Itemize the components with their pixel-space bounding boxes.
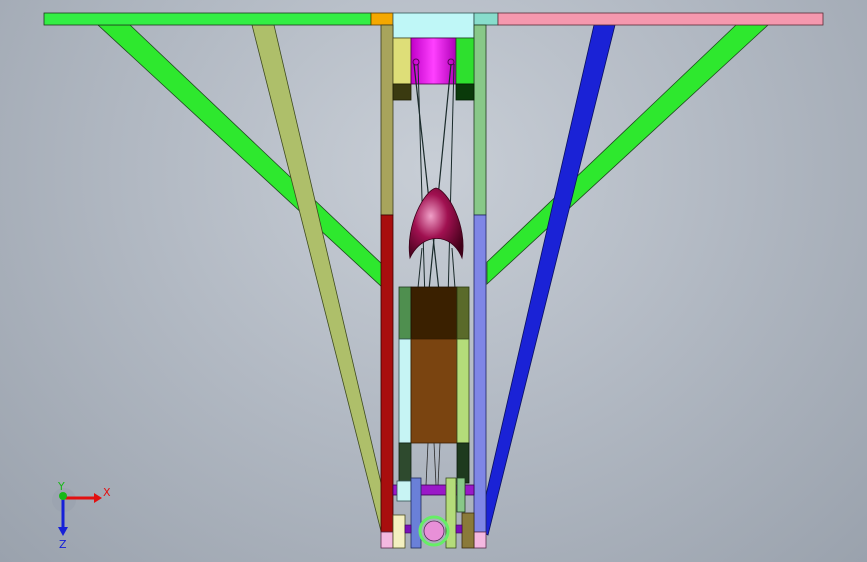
cam-lobe[interactable] bbox=[408, 187, 464, 260]
slider-foot-right[interactable] bbox=[456, 442, 470, 484]
pivot-block-left[interactable] bbox=[392, 37, 412, 85]
right-inner-strut[interactable] bbox=[477, 24, 616, 536]
pivot-block-right[interactable] bbox=[455, 37, 475, 85]
slider-foot-left[interactable] bbox=[398, 442, 412, 484]
triad-z-label: Z bbox=[59, 538, 67, 551]
base-gear[interactable] bbox=[423, 520, 445, 542]
top-block-cyan[interactable] bbox=[392, 12, 475, 39]
right-rail-lower[interactable] bbox=[473, 214, 487, 533]
slider-side-upper-right[interactable] bbox=[456, 286, 470, 340]
slider-side-lower-right[interactable] bbox=[456, 338, 470, 444]
pivot-block-left-dark[interactable] bbox=[392, 83, 412, 101]
right-rail-upper[interactable] bbox=[473, 24, 487, 216]
spring-wire-3 bbox=[437, 442, 441, 486]
base-post-blue[interactable] bbox=[410, 477, 422, 549]
spring-wire-2 bbox=[433, 442, 437, 486]
slider-top-block[interactable] bbox=[410, 286, 458, 340]
connecting-rod-left-b bbox=[417, 63, 426, 301]
connecting-rod-right-a bbox=[427, 63, 452, 301]
mechanism-model[interactable] bbox=[0, 0, 867, 562]
left-rail-upper[interactable] bbox=[380, 24, 394, 216]
base-plate-right-pink[interactable] bbox=[473, 531, 487, 549]
base-post-olive[interactable] bbox=[461, 512, 475, 549]
top-block-orange[interactable] bbox=[370, 12, 394, 26]
base-shaft-left-violet[interactable] bbox=[404, 524, 412, 534]
top-bar-left[interactable] bbox=[43, 12, 372, 26]
base-post-cream[interactable] bbox=[392, 514, 406, 549]
slider-side-upper-left[interactable] bbox=[398, 286, 412, 340]
triad-x-label: X bbox=[103, 486, 111, 499]
graphics-viewport[interactable]: X Y Z bbox=[0, 0, 867, 562]
pivot-block-right-dark[interactable] bbox=[455, 83, 475, 101]
triad-x-arrowhead bbox=[94, 493, 102, 503]
cam-follower-right bbox=[451, 247, 456, 289]
left-rail-lower[interactable] bbox=[380, 214, 394, 533]
spring-wire-1 bbox=[425, 442, 429, 486]
top-block-teal[interactable] bbox=[473, 12, 499, 26]
left-outer-strut[interactable] bbox=[96, 24, 384, 289]
top-bar-right[interactable] bbox=[497, 12, 824, 26]
slider-side-lower-left[interactable] bbox=[398, 338, 412, 444]
connecting-rod-left-a bbox=[413, 63, 441, 301]
base-shaft-right-violet[interactable] bbox=[455, 524, 463, 534]
slider-body[interactable] bbox=[410, 338, 458, 444]
left-inner-strut[interactable] bbox=[251, 24, 393, 536]
triad-y-axis-dot bbox=[59, 492, 67, 500]
cam-follower-left bbox=[417, 247, 423, 289]
cross-shaft-left-cap[interactable] bbox=[396, 480, 412, 502]
base-post-green[interactable] bbox=[456, 477, 466, 513]
triad-y-label: Y bbox=[57, 482, 65, 493]
right-outer-strut[interactable] bbox=[486, 24, 770, 285]
base-plate-left-pink[interactable] bbox=[380, 531, 394, 549]
coordinate-triad: X Y Z bbox=[52, 482, 111, 551]
triad-z-arrowhead bbox=[58, 527, 68, 536]
